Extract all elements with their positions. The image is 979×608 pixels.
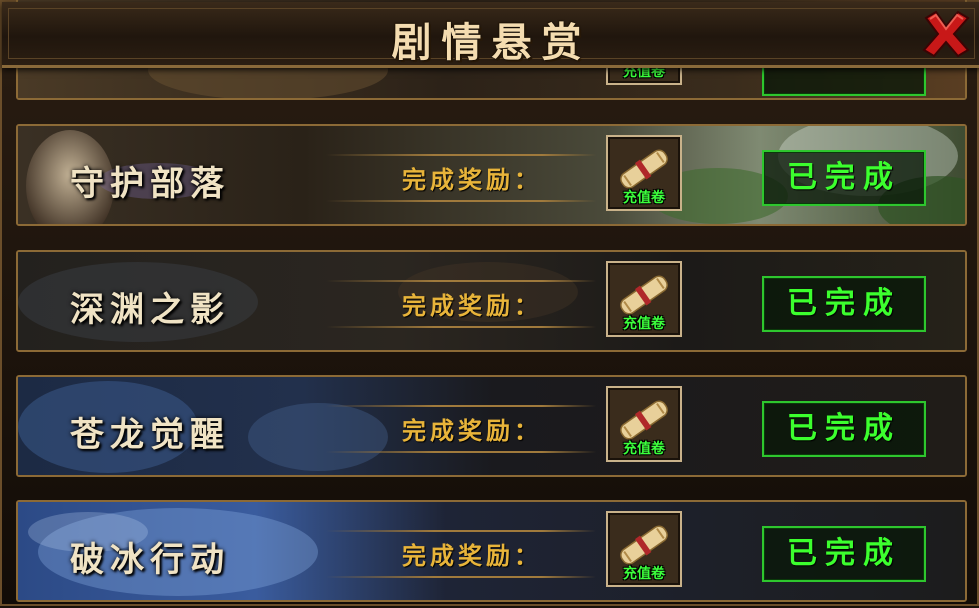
task-name: 破冰行动 xyxy=(70,540,230,580)
close-button[interactable] xyxy=(920,8,972,60)
reward-item-slot[interactable]: 充值卷 xyxy=(606,386,682,462)
status-button[interactable]: 已完成 xyxy=(762,401,926,457)
status-button[interactable]: 已完成 xyxy=(762,526,926,582)
window-title: 剧情悬赏 xyxy=(391,19,592,66)
title-bar: 剧情悬赏 xyxy=(2,2,979,68)
reward-label: 完成奖励： xyxy=(402,416,542,445)
divider-top xyxy=(326,280,596,282)
task-name: 深渊之影 xyxy=(70,290,230,330)
divider-top xyxy=(326,405,596,407)
reward-label: 完成奖励： xyxy=(402,541,542,570)
reward-label: 完成奖励： xyxy=(402,291,542,320)
task-row: 苍龙觉醒 完成奖励： 充值卷 已完成 xyxy=(16,375,967,477)
divider-bottom xyxy=(326,200,596,202)
reward-item-name: 充值卷 xyxy=(623,566,665,582)
task-name: 苍龙觉醒 xyxy=(70,415,230,455)
reward-item-name: 充值卷 xyxy=(623,190,665,206)
status-button[interactable]: 已完成 xyxy=(762,276,926,332)
reward-item-slot[interactable]: 充值卷 xyxy=(606,261,682,337)
close-x-icon xyxy=(922,10,970,58)
divider-top xyxy=(326,530,596,532)
task-list[interactable]: 充值卷 守护部落 完成奖励： 充值卷 已完成 深渊之影 完成奖励： 充值卷 已完… xyxy=(16,0,967,608)
reward-item-slot[interactable]: 充值卷 xyxy=(606,135,682,211)
task-row: 深渊之影 完成奖励： 充值卷 已完成 xyxy=(16,250,967,352)
status-button[interactable]: 已完成 xyxy=(762,150,926,206)
divider-bottom xyxy=(326,576,596,578)
divider-top xyxy=(326,154,596,156)
task-row: 守护部落 完成奖励： 充值卷 已完成 xyxy=(16,124,967,226)
task-row: 破冰行动 完成奖励： 充值卷 已完成 xyxy=(16,500,967,602)
reward-item-slot[interactable]: 充值卷 xyxy=(606,511,682,587)
task-name: 守护部落 xyxy=(70,164,230,204)
reward-item-name: 充值卷 xyxy=(623,441,665,457)
divider-bottom xyxy=(326,451,596,453)
bounty-window: 充值卷 守护部落 完成奖励： 充值卷 已完成 深渊之影 完成奖励： 充值卷 已完… xyxy=(0,0,979,606)
divider-bottom xyxy=(326,326,596,328)
reward-item-name: 充值卷 xyxy=(623,316,665,332)
reward-label: 完成奖励： xyxy=(402,165,542,194)
